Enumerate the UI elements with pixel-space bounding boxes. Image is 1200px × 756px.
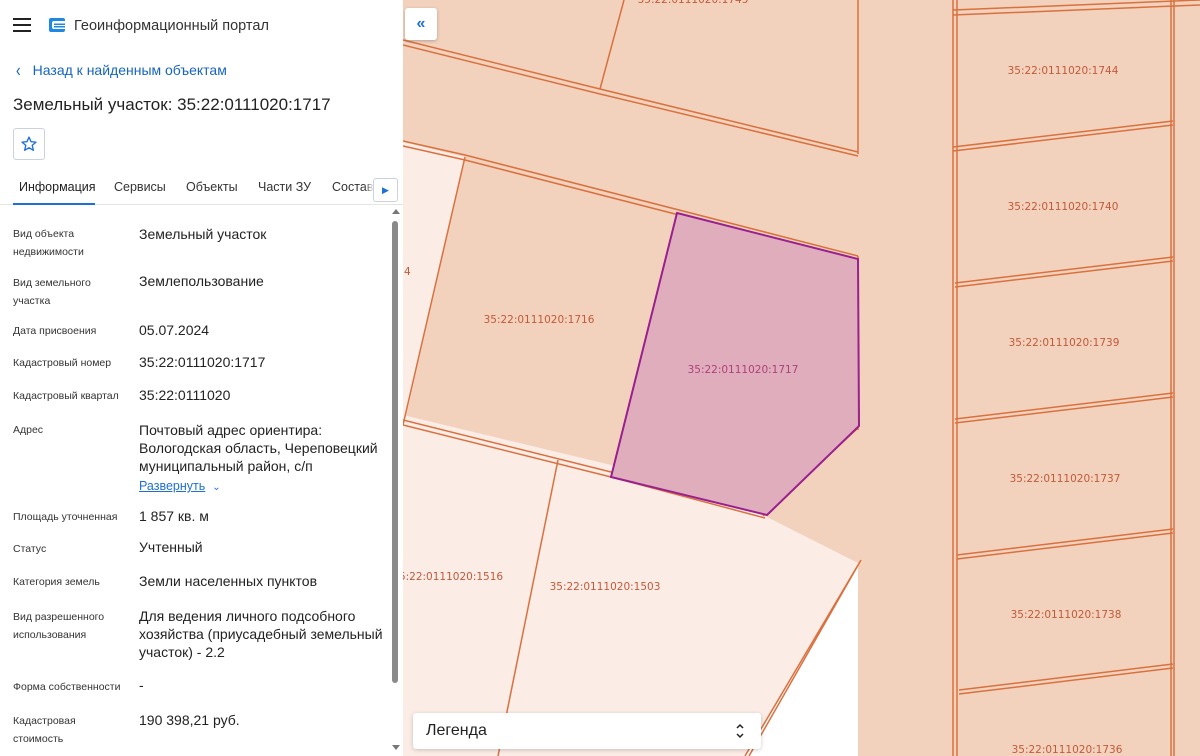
legend-selector[interactable]: Легенда [413, 713, 761, 749]
info-panel: Геоинформационный портал ‹ Назад к найде… [0, 0, 403, 756]
property-label: Категория земель [13, 576, 100, 588]
property-label: Кадастровый квартал [13, 390, 119, 402]
property-value: Почтовый адрес ориентира: Вологодская об… [139, 422, 378, 474]
tabs-scroll-right-button[interactable]: ▶ [373, 178, 398, 202]
property-value: Земли населенных пунктов [139, 573, 318, 589]
scroll-up-arrow-icon[interactable] [392, 209, 400, 214]
property-value: Землепользование [139, 273, 264, 289]
expand-address-link[interactable]: Развернуть ⌄ [139, 479, 221, 493]
top-bar: Геоинформационный портал [0, 0, 403, 52]
property-value: 35:22:0111020 [139, 387, 231, 403]
property-label: Статус [13, 543, 47, 555]
app-root: Геоинформационный портал ‹ Назад к найде… [0, 0, 1200, 756]
parcel-label-edge-fragment: 4 [404, 266, 411, 278]
property-label: Адрес [13, 424, 44, 436]
parcel-label-1516: 5:22:0111020:1516 [403, 571, 503, 583]
collapse-panel-button[interactable]: « [405, 8, 437, 40]
parcel-label-1744: 35:22:0111020:1744 [1008, 65, 1119, 77]
expand-label: Развернуть [139, 479, 206, 493]
back-link-label: Назад к найденным объектам [32, 62, 227, 78]
parcel-label-1717: 35:22:0111020:1717 [688, 364, 799, 376]
panel-scrollbar[interactable] [391, 207, 400, 756]
property-value: Земельный участок [139, 226, 267, 242]
property-value: - [139, 677, 144, 693]
property-value: 190 398,21 руб. [139, 712, 240, 728]
property-label: Площадь уточненная [13, 511, 118, 523]
parcel-label-1740: 35:22:0111020:1740 [1008, 201, 1119, 213]
property-label: Форма собственности [13, 681, 121, 693]
favorite-button[interactable] [13, 128, 45, 160]
star-icon [21, 136, 37, 151]
tab-parts[interactable]: Части ЗУ [258, 180, 311, 194]
hamburger-menu-icon[interactable] [13, 18, 31, 32]
app-title: Геоинформационный портал [74, 18, 269, 34]
tab-composition[interactable]: Состав [332, 180, 373, 194]
parcel-label-1738: 35:22:0111020:1738 [1011, 609, 1122, 621]
tab-info[interactable]: Информация [19, 180, 96, 194]
property-label: Вид разрешенного использования [13, 611, 105, 641]
property-value: 1 857 кв. м [139, 508, 209, 524]
cadastral-map[interactable]: 35:22:0111020:1745 35:22:0111020:1744 35… [403, 0, 1200, 756]
legend-label: Легенда [426, 722, 487, 739]
property-label: Кадастровый номер [13, 357, 112, 369]
chevron-left-icon: ‹ [16, 59, 21, 81]
property-value: Для ведения личного подсобного хозяйства… [139, 608, 383, 660]
parcel-label-1739: 35:22:0111020:1739 [1009, 337, 1120, 349]
caret-right-icon: ▶ [382, 184, 389, 195]
up-down-chevron-icon [736, 723, 744, 739]
back-to-results-link[interactable]: ‹ Назад к найденным объектам [16, 59, 227, 81]
properties-list: Вид объекта недвижимости Земельный участ… [0, 210, 390, 756]
page-title: Земельный участок: 35:22:0111020:1717 [13, 95, 331, 114]
property-value: 05.07.2024 [139, 322, 210, 338]
parcel-label-top-fragment: 35:22:0111020:1745 [638, 0, 749, 6]
property-label: Дата присвоения [13, 325, 97, 337]
property-value: 35:22:0111020:1717 [139, 354, 266, 370]
parcel-label-1736: 35:22:0111020:1736 [1012, 744, 1123, 756]
map-canvas[interactable]: 35:22:0111020:1745 35:22:0111020:1744 35… [403, 0, 1200, 756]
tab-objects[interactable]: Объекты [186, 180, 238, 194]
property-label: Вид земельного участка [13, 277, 91, 307]
chevron-down-icon: ⌄ [212, 482, 221, 493]
tab-bar: Информация Сервисы Объекты Части ЗУ Сост… [0, 172, 403, 205]
property-label: Кадастровая стоимость [13, 715, 76, 745]
portal-logo-icon [49, 18, 65, 32]
parcel-label-1737: 35:22:0111020:1737 [1010, 473, 1121, 485]
double-chevron-left-icon: « [416, 15, 426, 32]
scrollbar-thumb[interactable] [392, 221, 398, 683]
parcel-label-1503: 35:22:0111020:1503 [550, 581, 661, 593]
parcel-label-1716: 35:22:0111020:1716 [484, 314, 595, 326]
property-value: Учтенный [139, 539, 203, 555]
tab-services[interactable]: Сервисы [114, 180, 166, 194]
property-label: Вид объекта недвижимости [13, 228, 84, 258]
active-tab-indicator [13, 203, 95, 205]
scroll-down-arrow-icon[interactable] [392, 745, 400, 750]
